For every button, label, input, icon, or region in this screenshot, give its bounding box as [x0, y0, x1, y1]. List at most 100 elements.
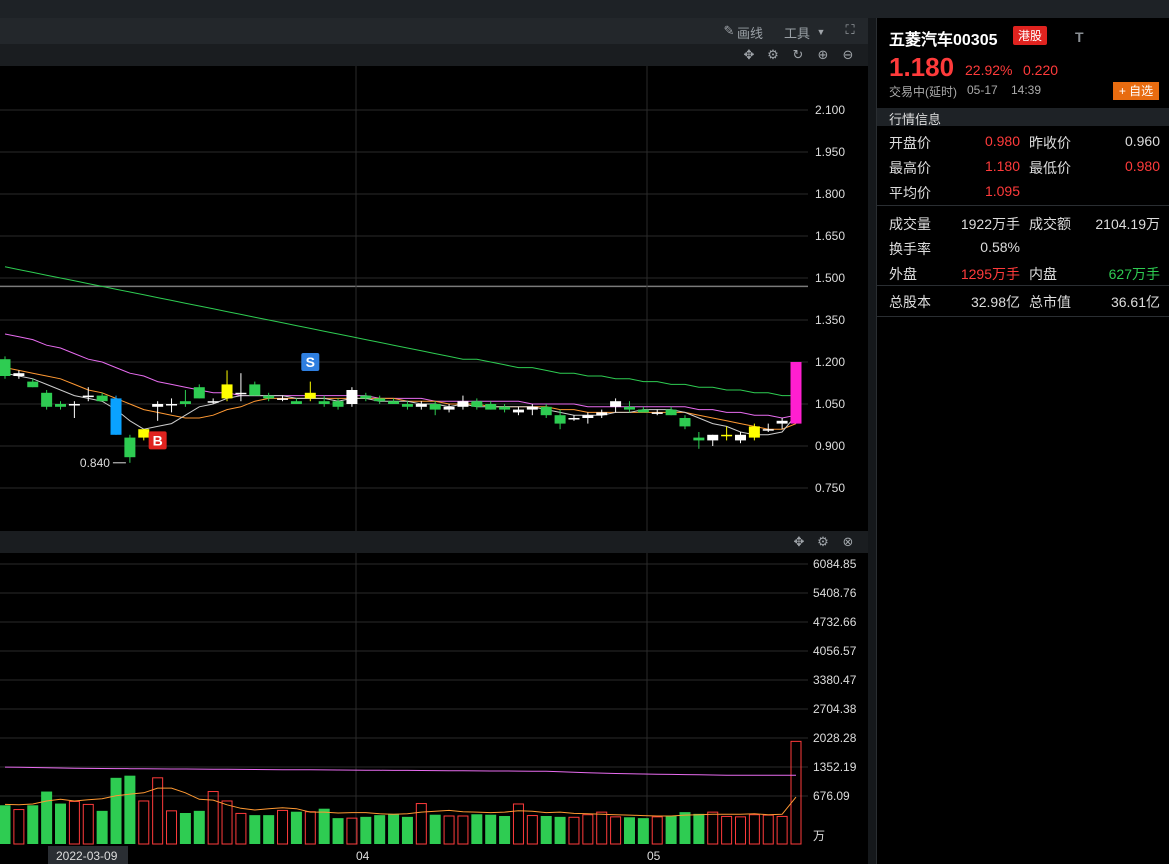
volume-tick-label: 5408.76 [813, 586, 857, 600]
candle-body [290, 401, 302, 404]
candle-body [360, 395, 372, 399]
volume-tick-label: 4732.66 [813, 615, 857, 629]
volume-bar [249, 815, 261, 844]
volume-bar [790, 740, 802, 845]
volume-bar [68, 800, 80, 845]
t-label[interactable]: T [1075, 29, 1084, 45]
turnover-value: 2104.19万 [1095, 216, 1160, 232]
panel-separator[interactable] [868, 18, 876, 864]
volume-bar [332, 818, 344, 844]
candle-body [554, 415, 566, 424]
volume-bar [318, 808, 330, 844]
volume-bar [360, 816, 372, 844]
volume-bar [623, 817, 635, 844]
high-label: 最高价 [889, 160, 931, 176]
price-tick-label: 1.050 [815, 397, 845, 411]
candle-body [152, 404, 164, 407]
low-value: 0.980 [1124, 158, 1160, 174]
section-title: 行情信息 [889, 112, 942, 127]
candle-body [401, 404, 413, 407]
outer-label: 外盘 [889, 266, 917, 282]
volume-bar [512, 803, 524, 845]
candle-body [332, 401, 344, 407]
volume-bar [707, 811, 719, 845]
stock-name: 五菱汽车00305 [889, 32, 998, 49]
x-tick-label: 04 [356, 849, 370, 863]
volume-bar [471, 814, 483, 844]
candle-body [249, 384, 261, 396]
volume-bar [166, 810, 178, 845]
candle-body [124, 437, 136, 458]
volume-bar [568, 816, 580, 845]
volume-bar [193, 810, 205, 844]
change-percent: 22.92% [965, 62, 1013, 78]
candle-body [471, 401, 483, 407]
candle-body [138, 429, 150, 438]
volume-ma-line [4, 766, 796, 776]
divider [877, 205, 1169, 206]
change-amount: 0.220 [1023, 62, 1059, 78]
candle-body [665, 409, 677, 416]
row-turnover-rate: 换手率 0.58% [877, 235, 1169, 259]
volume-bar [499, 815, 511, 844]
volume-bar [721, 815, 733, 845]
candle-body [221, 384, 233, 399]
add-watchlist-button[interactable]: + 自选 [1113, 82, 1159, 100]
candle-body [27, 381, 39, 388]
divider [877, 316, 1169, 317]
volume-bar [596, 811, 608, 845]
volume-bar [41, 791, 53, 844]
inner-label: 内盘 [1029, 266, 1057, 282]
candle-body [623, 406, 635, 410]
volume-tick-label: 1352.19 [813, 760, 857, 774]
volume-bar [124, 775, 136, 844]
volume-bar [110, 777, 122, 844]
volume-bar [457, 815, 469, 845]
x-tick-label: 2022-03-09 [56, 849, 118, 863]
volume-bar [138, 800, 150, 845]
candle-body [499, 406, 511, 410]
volume-bar [762, 814, 774, 845]
volume-bar [263, 815, 275, 844]
inner-value: 627万手 [1108, 266, 1160, 282]
current-price: 1.180 [889, 52, 955, 82]
volume-bar [179, 812, 191, 844]
candle-body [679, 418, 691, 427]
candle-body [166, 404, 178, 406]
buy-marker-label: B [153, 432, 163, 448]
avg-label: 平均价 [889, 185, 931, 201]
volume-bar [651, 816, 663, 845]
avg-value: 1.095 [984, 183, 1020, 199]
row-avg: 平均价 1.095 [877, 179, 1169, 203]
volume-bar [693, 813, 705, 844]
price-tick-label: 1.950 [815, 145, 845, 159]
sell-marker-label: S [306, 354, 315, 370]
volume-bar [443, 815, 455, 845]
volume-bar [665, 815, 677, 844]
volume-bar [27, 805, 39, 844]
volume-bar [610, 816, 622, 845]
volume-tick-label: 2704.38 [813, 702, 857, 716]
volume-bar [748, 814, 760, 845]
volume-bar [235, 812, 247, 845]
min-price-annotation: 0.840 [80, 456, 110, 470]
candle-body [526, 406, 538, 410]
volume-bar [540, 815, 552, 844]
price-tick-label: 1.500 [815, 271, 845, 285]
candle-body [96, 395, 108, 402]
candle-body [41, 392, 53, 407]
open-label: 开盘价 [889, 135, 931, 151]
market-cap-label: 总市值 [1029, 294, 1071, 310]
volume-tick-label: 6084.85 [813, 557, 857, 571]
high-value: 1.180 [984, 158, 1020, 174]
row-shares-cap: 总股本 32.98亿 总市值 36.61亿 [877, 288, 1169, 312]
candle-body [82, 395, 94, 398]
prev-close-label: 昨收价 [1029, 135, 1071, 151]
candle-body [388, 401, 400, 404]
chart-canvas[interactable]: 2.100 1.950 1.800 1.650 1.500 1.350 1.200 1.050… [0, 18, 868, 864]
candle-body [55, 404, 67, 407]
candle-body [582, 415, 594, 418]
candle-body [263, 395, 275, 399]
candle-body [540, 406, 552, 416]
volume-value: 1922万手 [960, 216, 1020, 232]
